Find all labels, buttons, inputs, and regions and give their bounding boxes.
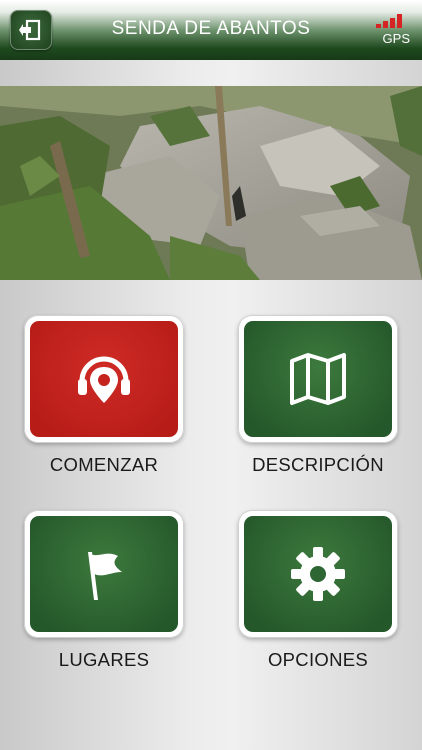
- trail-photo: [0, 86, 422, 280]
- headphones-pin-icon: [78, 356, 130, 403]
- description-label: DESCRIPCIÓN: [252, 454, 384, 475]
- options-button[interactable]: [238, 510, 398, 638]
- options-label: OPCIONES: [267, 649, 369, 670]
- app-header: SENDA DE ABANTOS GPS: [0, 0, 422, 60]
- start-label: COMENZAR: [49, 454, 159, 475]
- map-icon: [290, 353, 346, 405]
- page-title: SENDA DE ABANTOS: [111, 18, 311, 39]
- exit-button[interactable]: [10, 10, 52, 50]
- gear-icon: [291, 547, 345, 601]
- gps-signal-icon: [374, 12, 406, 28]
- places-label: LUGARES: [58, 649, 150, 670]
- gps-indicator: GPS: [374, 10, 410, 50]
- flag-icon: [88, 552, 122, 600]
- description-button[interactable]: [238, 315, 398, 443]
- start-button[interactable]: [24, 315, 184, 443]
- places-button[interactable]: [24, 510, 184, 638]
- exit-icon: [19, 19, 41, 41]
- gps-label: GPS: [382, 31, 410, 46]
